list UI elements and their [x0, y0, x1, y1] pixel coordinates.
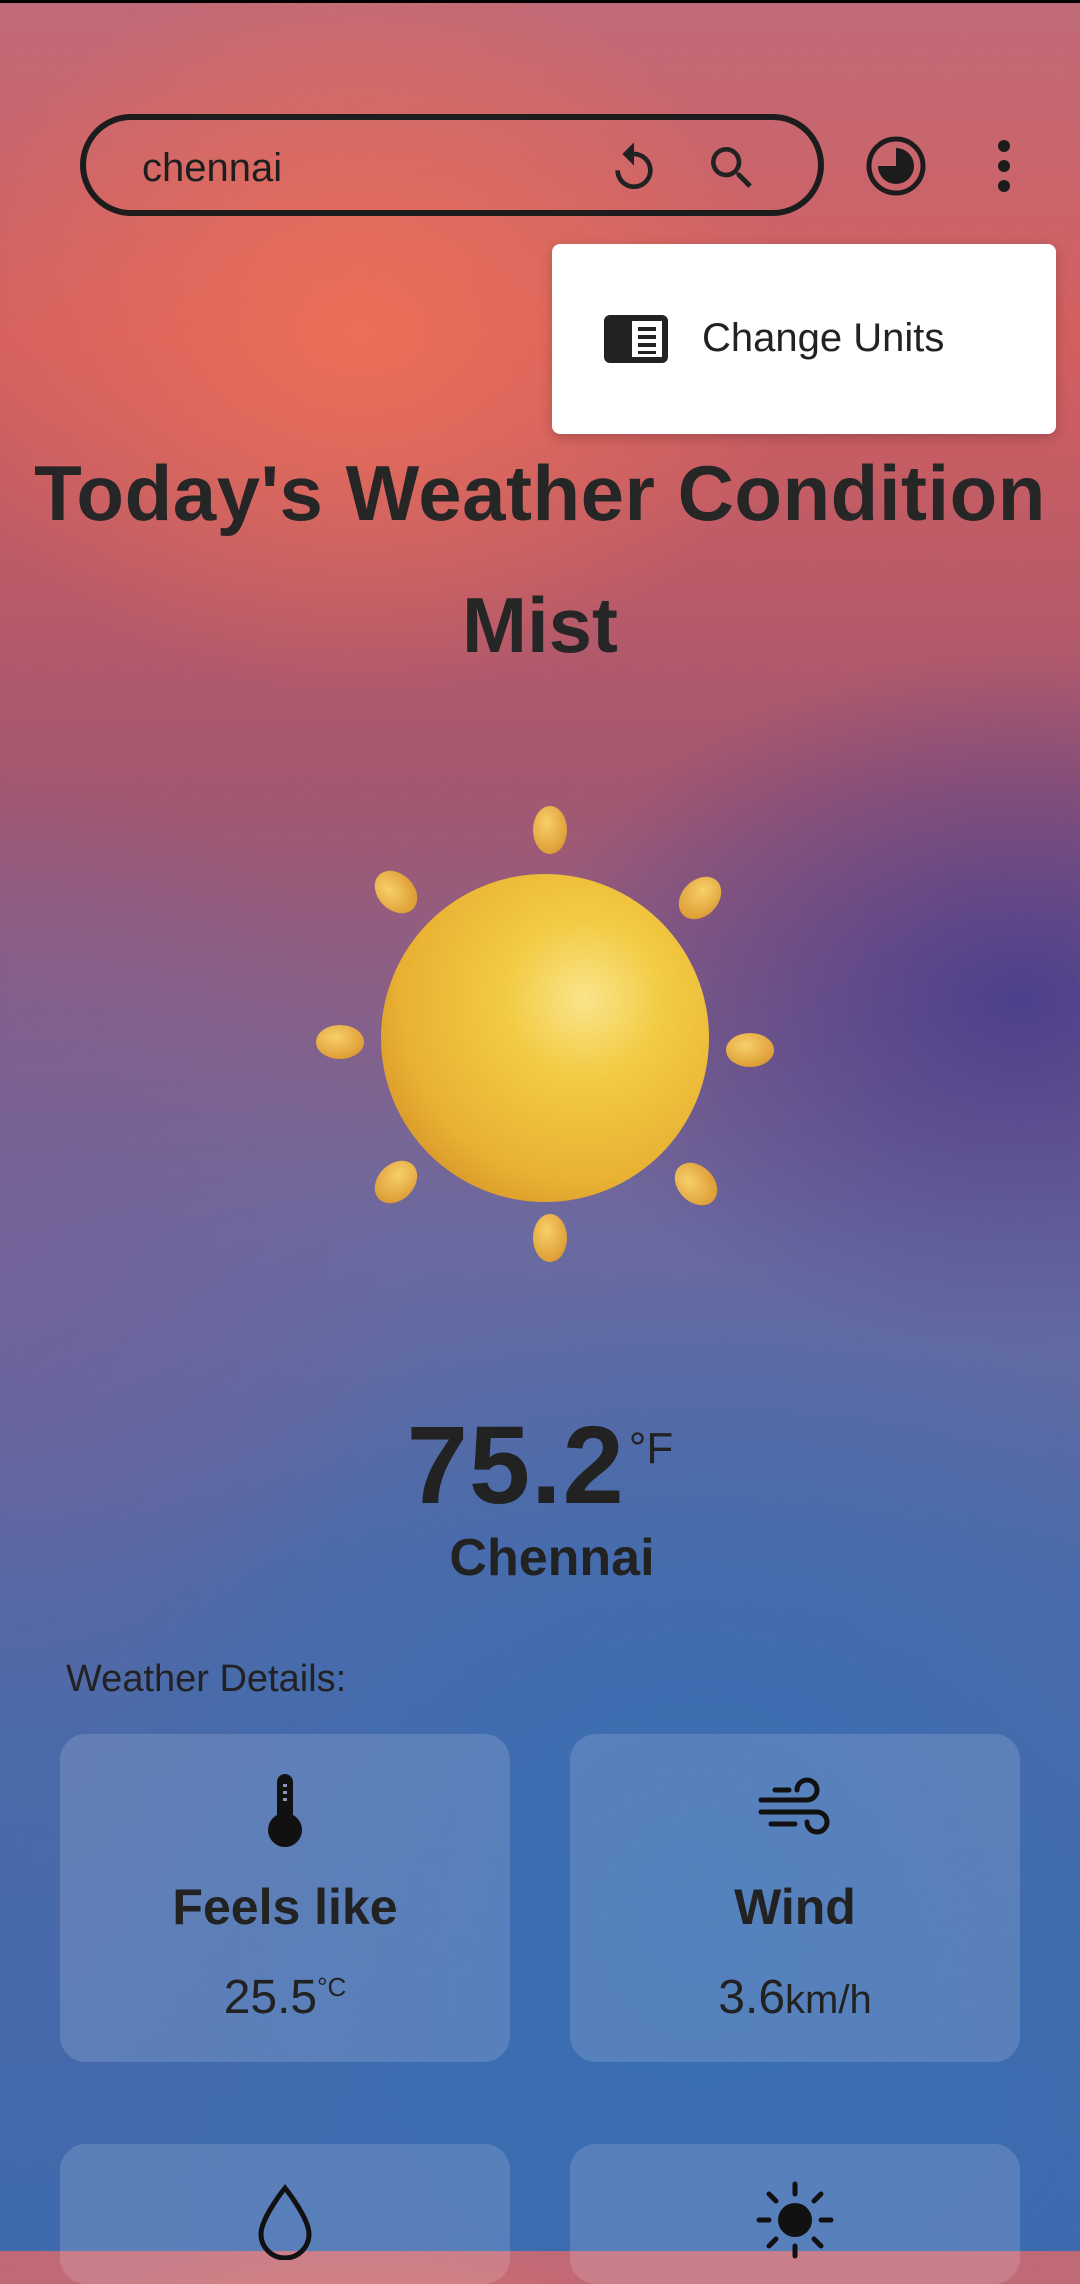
sun-icon: [316, 806, 774, 1262]
theme-toggle-icon[interactable]: [864, 134, 928, 198]
humidity-card: [60, 2144, 510, 2284]
city-name: Chennai: [449, 1529, 655, 1587]
refresh-icon[interactable]: [606, 140, 662, 196]
search-bar[interactable]: chennai: [80, 114, 824, 216]
weather-condition: Mist: [462, 581, 618, 669]
options-menu: Change Units: [552, 244, 1056, 434]
current-temperature: 75.2°F: [0, 1402, 1080, 1529]
feels-like-card: Feels like 25.5°C: [60, 1734, 510, 2062]
wind-value: 3.6: [718, 1971, 786, 2024]
weather-details-heading: Weather Details:: [66, 1658, 347, 1700]
temperature-unit: °F: [628, 1424, 674, 1473]
wind-card: Wind 3.6km/h: [570, 1734, 1020, 2062]
card-label: Wind: [734, 1879, 856, 1935]
view-list-icon: [604, 315, 668, 363]
feels-like-value: 25.5: [223, 1971, 318, 2024]
uv-card: [570, 2144, 1020, 2284]
sun-icon: [756, 2181, 834, 2259]
page-title: Today's Weather Condition: [34, 449, 1046, 537]
more-options-icon[interactable]: [984, 134, 1024, 198]
top-border: [0, 0, 1080, 3]
wind-icon: [758, 1777, 830, 1835]
card-label: Feels like: [172, 1879, 398, 1935]
menu-item-label: Change Units: [702, 316, 945, 360]
temperature-value: 75.2: [406, 1404, 625, 1527]
water-drop-icon: [258, 2183, 312, 2260]
feels-like-unit: °C: [317, 1972, 347, 2002]
search-input[interactable]: chennai: [142, 146, 282, 191]
wind-unit: km/h: [785, 1978, 872, 2022]
card-value: 3.6km/h: [570, 1970, 1020, 2025]
thermometer-icon: [268, 1774, 302, 1847]
search-icon[interactable]: [704, 140, 760, 196]
card-value: 25.5°C: [60, 1970, 510, 2025]
menu-item-change-units[interactable]: Change Units: [552, 244, 1056, 434]
